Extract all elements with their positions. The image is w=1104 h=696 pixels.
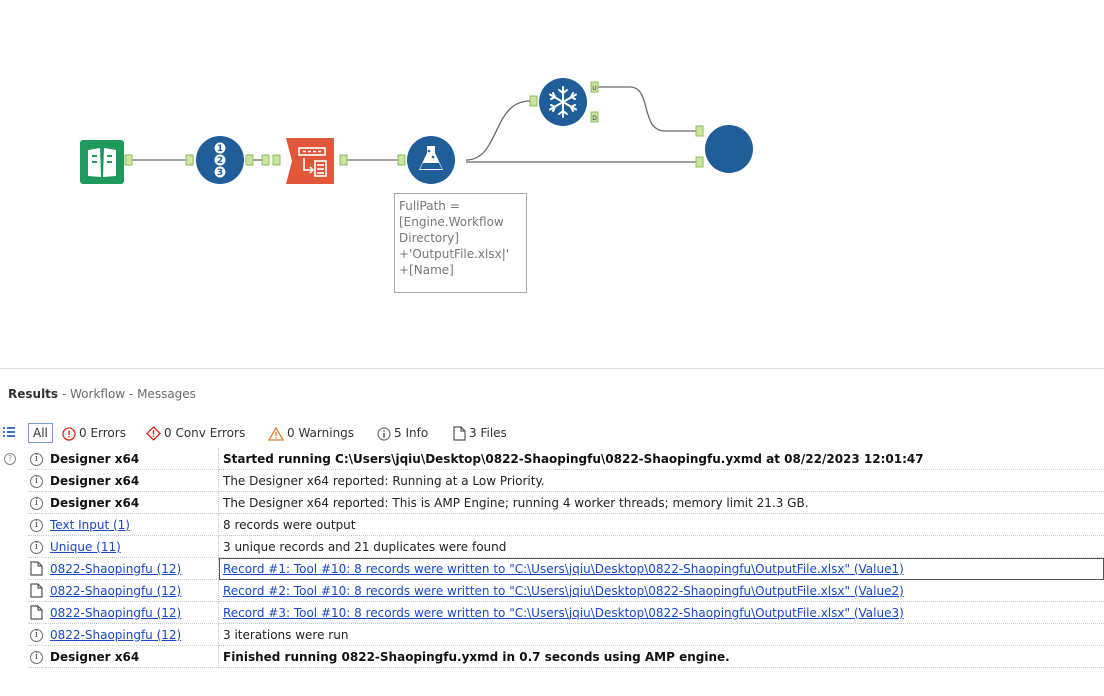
unique-tool[interactable]: 1 2 3 (196, 136, 244, 184)
input-anchor (695, 156, 704, 168)
connection-line (465, 100, 531, 161)
help-icon[interactable]: ? (4, 453, 16, 465)
message-row[interactable]: 0822-Shaopingfu (12) Record #1: Tool #10:… (28, 557, 1104, 580)
file-icon (30, 583, 43, 598)
workflow-diagram: U D 1 2 3 (80, 78, 753, 184)
filter-all-button[interactable]: All (28, 423, 53, 443)
file-icon (30, 605, 43, 620)
info-icon: i (30, 518, 43, 532)
message-file-link[interactable]: Record #3: Tool #10: 8 records were writ… (223, 606, 904, 620)
input-anchor (185, 154, 194, 166)
filter-warnings-label: 0 Warnings (287, 426, 355, 440)
filter-all-label: All (33, 426, 48, 440)
file-icon (30, 561, 43, 576)
workflow-canvas[interactable]: U D 1 2 3 FullPath = [Engine.Workflow Di… (0, 0, 1104, 368)
message-row[interactable]: i Designer x64 Started running C:\Users\jq… (28, 448, 1104, 470)
filter-errors-button[interactable]: 0 Errors (62, 424, 126, 442)
list-view-icon[interactable] (2, 425, 16, 439)
message-row[interactable]: i 0822-Shaopingfu (12) 3 iterations were r… (28, 623, 1104, 646)
message-file-link[interactable]: Record #1: Tool #10: 8 records were writ… (223, 562, 904, 576)
info-icon: i (30, 452, 43, 466)
message-row[interactable]: i Designer x64 The Designer x64 reported: … (28, 469, 1104, 492)
file-icon (453, 426, 466, 441)
svg-text:3: 3 (217, 168, 223, 178)
message-source: Designer x64 (50, 451, 140, 466)
filter-files-button[interactable]: 3 Files (453, 424, 507, 442)
annotation-line: +'OutputFile.xlsx|' (399, 247, 510, 261)
snowflake-tool[interactable] (539, 78, 587, 126)
input-anchor (261, 154, 270, 166)
message-row[interactable]: i Designer x64 Finished running 0822-Shaop… (28, 645, 1104, 668)
output-anchor (245, 154, 254, 166)
tool-link[interactable]: 0822-Shaopingfu (12) (50, 562, 181, 576)
results-title: Results (8, 387, 59, 401)
error-icon (62, 426, 76, 441)
filter-errors-label: 0 Errors (79, 426, 126, 440)
message-text: The Designer x64 reported: Running at a … (223, 473, 545, 488)
annotation-line: Directory] (399, 231, 459, 245)
results-breadcrumb: - Workflow - Messages (58, 387, 196, 401)
filter-warnings-button[interactable]: 0 Warnings (268, 424, 354, 442)
message-text: 3 unique records and 21 duplicates were … (223, 539, 507, 554)
message-source: Designer x64 (50, 649, 140, 664)
message-text: 3 iterations were run (223, 627, 349, 642)
input-anchor (695, 125, 704, 137)
svg-text:2: 2 (217, 156, 223, 166)
info-icon: i (30, 540, 43, 554)
info-icon: i (30, 628, 43, 642)
info-icon (377, 426, 391, 441)
numbered-list-icon: 1 2 3 (214, 142, 226, 178)
record-id-tool[interactable] (286, 138, 334, 184)
output-tool[interactable] (705, 125, 753, 173)
filter-files-label: 3 Files (469, 426, 507, 440)
message-text: 8 records were output (223, 517, 356, 532)
message-source: Designer x64 (50, 473, 140, 488)
message-row[interactable]: 0822-Shaopingfu (12) Record #3: Tool #10:… (28, 601, 1104, 624)
tool-link[interactable]: 0822-Shaopingfu (12) (50, 606, 181, 620)
messages-table: i Designer x64 Started running C:\Users\jq… (28, 448, 1104, 668)
filter-conv-errors-label: 0 Conv Errors (164, 426, 246, 440)
formula-tool[interactable] (407, 136, 455, 184)
info-icon: i (30, 496, 43, 510)
annotation-line: +[Name] (399, 263, 454, 277)
connection-line (597, 86, 696, 132)
conversion-error-icon (146, 426, 161, 441)
input-anchor (529, 95, 538, 107)
message-text: Started running C:\Users\jqiu\Desktop\08… (223, 451, 924, 466)
message-file-link[interactable]: Record #2: Tool #10: 8 records were writ… (223, 584, 904, 598)
output-anchor (339, 154, 348, 166)
annotation-line: FullPath = (399, 199, 460, 213)
filter-info-button[interactable]: 5 Info (377, 424, 428, 442)
info-icon: i (30, 474, 43, 488)
svg-text:1: 1 (217, 144, 223, 154)
tool-link[interactable]: 0822-Shaopingfu (12) (50, 584, 181, 598)
message-filter-bar: All 0 Errors 0 Conv Errors 0 Warnings 5 … (0, 423, 1104, 443)
text-input-tool[interactable] (80, 140, 124, 184)
message-row[interactable]: i Designer x64 The Designer x64 reported: … (28, 491, 1104, 514)
message-row[interactable]: 0822-Shaopingfu (12) Record #2: Tool #10:… (28, 579, 1104, 602)
message-row[interactable]: i Unique (11) 3 unique records and 21 dupl… (28, 535, 1104, 558)
filter-conv-errors-button[interactable]: 0 Conv Errors (146, 424, 245, 442)
results-panel: Results - Workflow - Messages All 0 Erro… (0, 368, 1104, 696)
annotation-line: [Engine.Workflow (399, 215, 504, 229)
input-anchor (397, 154, 406, 166)
results-header: Results - Workflow - Messages (8, 387, 196, 401)
filter-info-label: 5 Info (394, 426, 429, 440)
u-anchor-label: U (592, 85, 596, 92)
message-text: Finished running 0822-Shaopingfu.yxmd in… (223, 649, 730, 664)
d-anchor-label: D (592, 115, 597, 122)
tool-link[interactable]: Unique (11) (50, 540, 121, 554)
formula-annotation: FullPath = [Engine.Workflow Directory] +… (394, 193, 527, 293)
message-source: Designer x64 (50, 495, 140, 510)
info-icon: i (30, 650, 43, 664)
message-row[interactable]: i Text Input (1) 8 records were output (28, 513, 1104, 536)
input-anchor (272, 154, 281, 166)
tool-link[interactable]: Text Input (1) (50, 518, 130, 532)
circle-icon (705, 125, 753, 173)
tool-link[interactable]: 0822-Shaopingfu (12) (50, 628, 181, 642)
output-anchor (124, 154, 133, 166)
warning-icon (268, 426, 284, 441)
message-text: The Designer x64 reported: This is AMP E… (223, 495, 809, 510)
